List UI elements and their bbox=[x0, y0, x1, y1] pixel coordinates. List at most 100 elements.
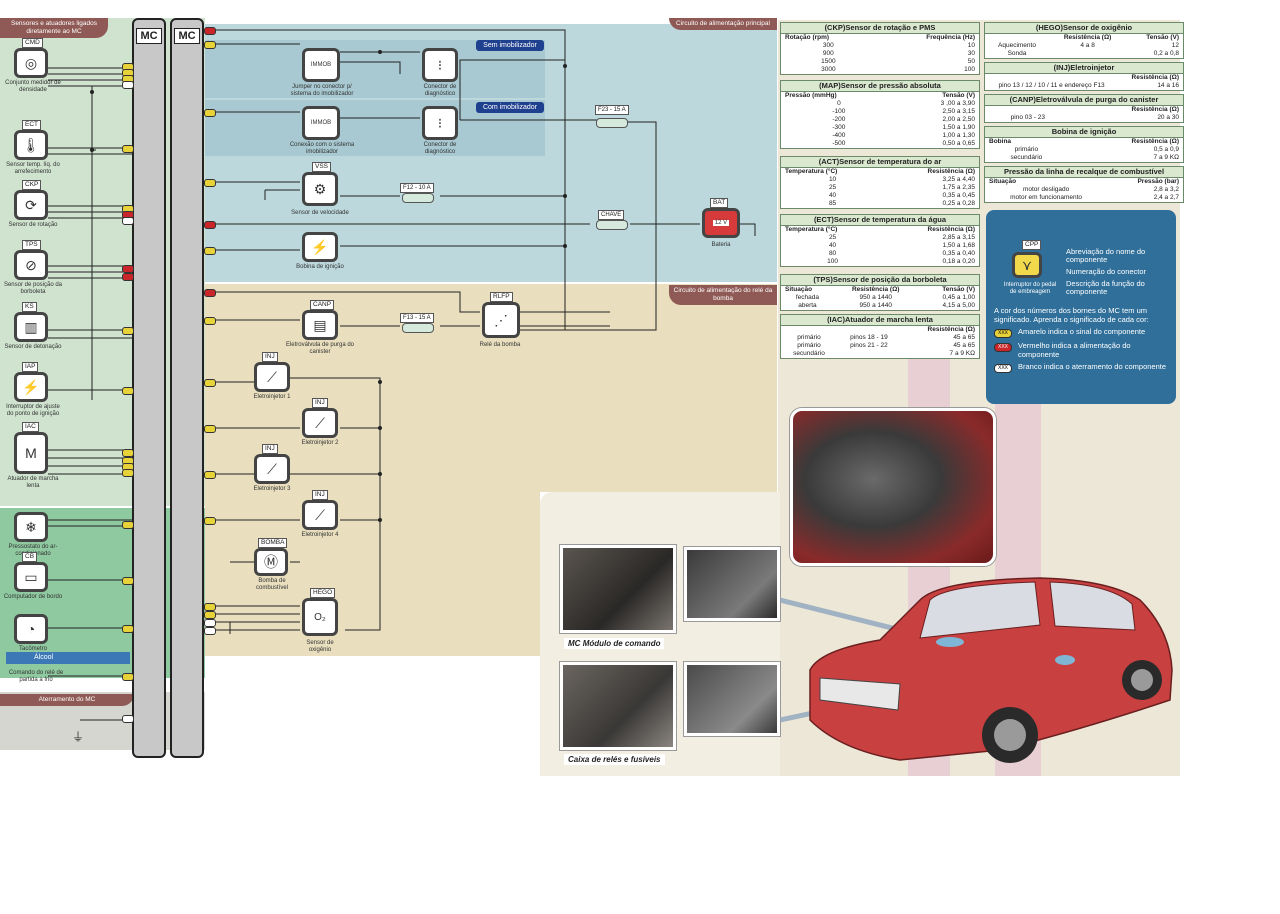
mc-photo-2 bbox=[684, 547, 780, 621]
hego-abbr: HEGO bbox=[310, 588, 336, 598]
table-row: Sonda 0,2 a 0,8 bbox=[985, 50, 1183, 58]
table-cell: 2,8 a 3,2 bbox=[1153, 186, 1179, 193]
table-bobina: Bobina de ignição Bobina Resistência (Ω) pr… bbox=[984, 126, 1184, 163]
injector-1-label: Eletroinjetor 1 bbox=[253, 394, 291, 400]
table-cell: 2,50 a 3,15 bbox=[942, 108, 975, 115]
table-cell: 4 a 8 bbox=[1080, 42, 1095, 49]
table-cell: 300 bbox=[822, 42, 834, 49]
table-cell: 0,25 a 0,28 bbox=[942, 200, 975, 207]
table-cell: 2,4 a 2,7 bbox=[1153, 194, 1179, 201]
oxygen-sensor-label: Sensor de oxigênio bbox=[306, 640, 334, 653]
fuse-f23-label: F23 - 15 A bbox=[595, 105, 629, 115]
table-cell: 0,5 a 0,9 bbox=[1153, 146, 1179, 153]
table-ckp: (CKP)Sensor de rotação e PMS Rotação (rpm… bbox=[780, 22, 980, 75]
legend-intro: A cor dos números dos bornes do MC tem u… bbox=[994, 306, 1149, 324]
table-map-header: Pressão (mmHg) bbox=[785, 92, 837, 99]
table-row: 3000 100 bbox=[781, 66, 979, 74]
table-cell: 80 bbox=[828, 250, 837, 257]
injector-4-icon: ⟋ bbox=[302, 500, 338, 530]
mc-terminal-left-8 bbox=[122, 265, 134, 273]
table-cell: 2,00 a 2,50 bbox=[942, 116, 975, 123]
table-cell bbox=[837, 350, 901, 358]
table-cell: 45 a 65 bbox=[953, 342, 975, 349]
ignition-coil-icon: ⚡ bbox=[302, 232, 338, 262]
relay-photo-2 bbox=[684, 662, 780, 736]
table-canp: (CANP)Eletroválvula de purga do canister… bbox=[984, 94, 1184, 123]
table-row: motor desligado 2,8 a 3,2 bbox=[985, 186, 1183, 194]
table-cell: secundário bbox=[793, 350, 825, 357]
mc-terminal-right-6 bbox=[204, 289, 216, 297]
vss-abbr: VSS bbox=[312, 162, 332, 172]
table-cell: -300 bbox=[832, 124, 846, 131]
mc-terminal-right-13 bbox=[204, 611, 216, 619]
table-cell: 0,35 a 0,45 bbox=[942, 192, 975, 199]
table-cell: 85 bbox=[828, 200, 837, 207]
canp-label: Eletroválvula de purga do canister bbox=[285, 342, 355, 355]
table-bobina-title: Bobina de ignição bbox=[985, 127, 1183, 138]
mc-terminal-left-7 bbox=[122, 217, 134, 225]
table-row: secundário 7 a 9 KΩ bbox=[781, 350, 979, 358]
table-cell: 900 bbox=[822, 50, 834, 57]
table-cell: pinos 21 - 22 bbox=[850, 342, 888, 349]
mc-caption-abbr: MC bbox=[568, 639, 581, 648]
table-cell: 10 bbox=[967, 42, 975, 49]
table-cell: 0,18 a 0,20 bbox=[942, 258, 975, 265]
table-cell: Sonda bbox=[1007, 50, 1027, 57]
table-hego-title: (HEGO)Sensor de oxigênio bbox=[985, 23, 1183, 34]
table-cell: 1,50 a 1,68 bbox=[942, 242, 975, 249]
table-row: pino 03 - 23 20 a 30 bbox=[985, 114, 1183, 122]
fuse-f12-label: F12 - 10 A bbox=[400, 183, 434, 193]
mc-terminal-right-3 bbox=[204, 179, 216, 187]
mc-terminal-right-0 bbox=[204, 27, 216, 35]
table-cell: motor desligado bbox=[1022, 186, 1070, 193]
vss-label: Sensor de velocidade bbox=[291, 210, 349, 216]
chave-switch bbox=[596, 220, 628, 230]
vss-icon: ⚙ bbox=[302, 172, 338, 206]
table-act-header: Temperatura (°C) bbox=[785, 168, 838, 175]
table-cell: primário bbox=[797, 334, 821, 341]
table-row: 100 0,18 a 0,20 bbox=[781, 258, 979, 266]
table-cell: -100 bbox=[832, 108, 846, 115]
fuse-f13 bbox=[402, 323, 434, 333]
table-inj-header bbox=[985, 74, 1118, 82]
table-cell: 0,35 a 0,40 bbox=[942, 250, 975, 257]
table-row: -500 0,50 a 0,65 bbox=[781, 140, 979, 148]
mc-terminal-left-18 bbox=[122, 625, 134, 633]
legend-cpp-abbr: CPP bbox=[1022, 240, 1042, 250]
battery-label: Bateria bbox=[711, 242, 731, 248]
mc-terminal-right-5 bbox=[204, 247, 216, 255]
mc-terminal-right-8 bbox=[204, 379, 216, 387]
legend-func-desc: Descrição da função do componente bbox=[1066, 279, 1145, 296]
table-cell: fechada bbox=[795, 294, 820, 301]
legend-box: CPP ⋎ Interruptor do pedal de embreagem … bbox=[986, 210, 1176, 404]
table-row: 85 0,25 a 0,28 bbox=[781, 200, 979, 208]
table-tps: (TPS)Sensor de posição da borboleta Situa… bbox=[780, 274, 980, 311]
table-cell: pinos 18 - 19 bbox=[850, 334, 888, 341]
table-cell: 1,75 a 2,35 bbox=[942, 184, 975, 191]
mc-terminal-left-4 bbox=[122, 145, 134, 153]
injector-3-label: Eletroinjetor 3 bbox=[253, 486, 291, 492]
table-act-header: Resistência (Ω) bbox=[927, 168, 975, 175]
legend-white-badge: XXX bbox=[994, 364, 1012, 373]
immob-conn-label: Conexão com o sistema imobilizador bbox=[289, 142, 355, 155]
pump-relay-icon: ⋰ bbox=[482, 302, 520, 338]
table-inj: (INJ)Eletroinjetor Resistência (Ω) pino 13… bbox=[984, 62, 1184, 91]
mc-terminal-left-20 bbox=[122, 715, 134, 723]
fuel-pump-icon: Ⓜ bbox=[254, 548, 288, 576]
table-row: 40 1,50 a 1,68 bbox=[781, 242, 979, 250]
inj2-abbr: INJ bbox=[312, 398, 328, 408]
canp-icon: ▤ bbox=[302, 310, 338, 340]
mc-terminal-left-15 bbox=[122, 469, 134, 477]
table-act: (ACT)Sensor de temperatura do ar Temperat… bbox=[780, 156, 980, 209]
table-cell: pino 03 - 23 bbox=[1010, 114, 1046, 121]
rlfp-abbr: RLFP bbox=[490, 292, 513, 302]
table-ect-header: Resistência (Ω) bbox=[927, 226, 975, 233]
table-row: -300 1,50 a 1,90 bbox=[781, 124, 979, 132]
table-ckp-header: Frequência (Hz) bbox=[926, 34, 975, 41]
immob-jumper-label: Jumper no conector p/ sistema do imobili… bbox=[290, 84, 354, 97]
injector-3-icon: ⟋ bbox=[254, 454, 290, 484]
mc-terminal-left-9 bbox=[122, 273, 134, 281]
table-iac-header bbox=[781, 326, 837, 334]
legend-cpp-label: Interruptor do pedal de embreagem bbox=[1003, 282, 1057, 295]
legend-red: Vermelho indica a alimentação do compone… bbox=[1018, 341, 1131, 359]
